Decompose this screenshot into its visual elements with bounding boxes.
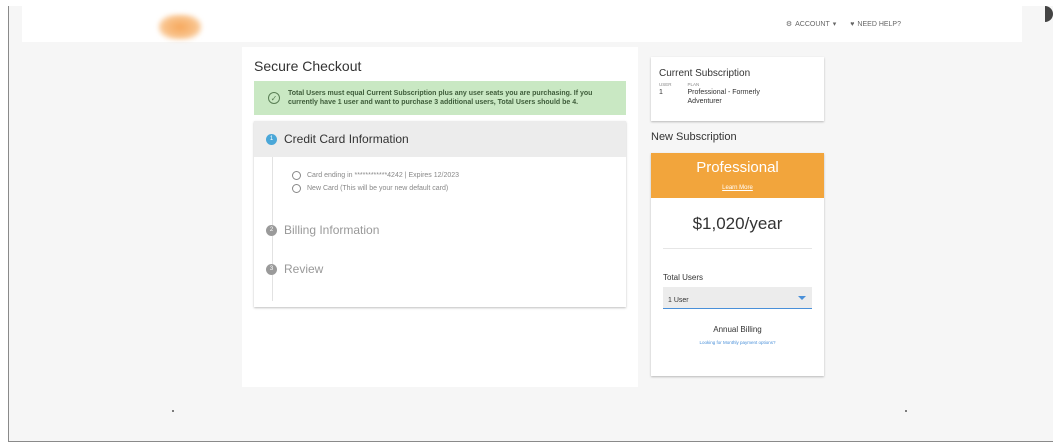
saved-card-option[interactable]: Card ending in ************4242 | Expire… bbox=[292, 169, 626, 182]
top-nav: ⚙ ACCOUNT ▾ ♥ NEED HELP? bbox=[785, 20, 901, 29]
caret-down-icon bbox=[798, 295, 806, 300]
total-users-select[interactable]: 1 User bbox=[663, 287, 812, 309]
account-menu[interactable]: ⚙ ACCOUNT ▾ bbox=[785, 20, 837, 29]
new-card-option[interactable]: New Card (This will be your new default … bbox=[292, 182, 626, 195]
subscription-details: USER 1 PLAN Professional - Formerly Adve… bbox=[659, 82, 816, 106]
step-number-badge: 1 bbox=[266, 133, 277, 145]
plan-banner: Professional Learn More bbox=[651, 153, 824, 198]
user-header: USER bbox=[659, 82, 672, 87]
user-value: 1 bbox=[659, 89, 663, 96]
total-users-value: 1 User bbox=[668, 297, 689, 304]
step-billing[interactable]: 2 Billing Information bbox=[266, 223, 379, 237]
step-title: Review bbox=[284, 262, 324, 276]
current-subscription-card: Current Subscription USER 1 PLAN Profess… bbox=[651, 57, 824, 121]
decorative-dot bbox=[905, 410, 907, 412]
help-link[interactable]: ♥ NEED HELP? bbox=[850, 20, 901, 28]
brand-logo[interactable] bbox=[158, 14, 202, 40]
total-users-label: Total Users bbox=[663, 273, 704, 282]
plan-header: PLAN bbox=[687, 82, 700, 87]
new-subscription-title: New Subscription bbox=[651, 131, 737, 143]
chevron-down-icon: ▾ bbox=[832, 21, 837, 28]
new-card-radio[interactable] bbox=[292, 184, 301, 193]
step-title: Billing Information bbox=[284, 223, 380, 237]
check-circle-icon: ✓ bbox=[268, 92, 280, 104]
users-notice: ✓ Total Users must equal Current Subscri… bbox=[254, 81, 626, 115]
help-label: NEED HELP? bbox=[857, 20, 901, 28]
billing-period: Annual Billing bbox=[713, 325, 762, 334]
decorative-dot bbox=[172, 410, 174, 412]
step-review[interactable]: 3 Review bbox=[266, 262, 323, 276]
step-number-badge: 2 bbox=[266, 224, 277, 236]
saved-card-label: Card ending in ************4242 | Expire… bbox=[307, 172, 460, 179]
card-options: Card ending in ************4242 | Expire… bbox=[254, 157, 626, 195]
plan-column: PLAN Professional - Formerly Adventurer bbox=[688, 82, 788, 106]
learn-more-link[interactable]: Learn More bbox=[722, 185, 753, 191]
saved-card-radio[interactable] bbox=[292, 171, 301, 180]
divider bbox=[663, 248, 812, 249]
heart-icon: ♥ bbox=[850, 20, 855, 28]
gear-icon: ⚙ bbox=[785, 21, 793, 28]
new-card-label: New Card (This will be your new default … bbox=[307, 185, 449, 192]
page-title: Secure Checkout bbox=[254, 58, 362, 74]
user-column: USER 1 bbox=[659, 82, 672, 106]
plan-value: Professional - Formerly Adventurer bbox=[687, 89, 760, 105]
notice-text: Total Users must equal Current Subscript… bbox=[288, 90, 593, 106]
step-title: Credit Card Information bbox=[284, 132, 409, 146]
plan-price: $1,020/year bbox=[692, 214, 783, 233]
current-subscription-title: Current Subscription bbox=[659, 68, 751, 79]
account-label: ACCOUNT bbox=[795, 20, 830, 28]
step-number-badge: 3 bbox=[266, 263, 277, 275]
monthly-options-link[interactable]: Looking for Monthly payment options? bbox=[651, 340, 824, 345]
step-credit-card[interactable]: 1 Credit Card Information bbox=[254, 121, 626, 157]
plan-name: Professional bbox=[696, 159, 779, 176]
new-subscription-card: Professional Learn More $1,020/year Tota… bbox=[651, 153, 824, 376]
checkout-steps: 1 Credit Card Information Card ending in… bbox=[254, 121, 626, 307]
